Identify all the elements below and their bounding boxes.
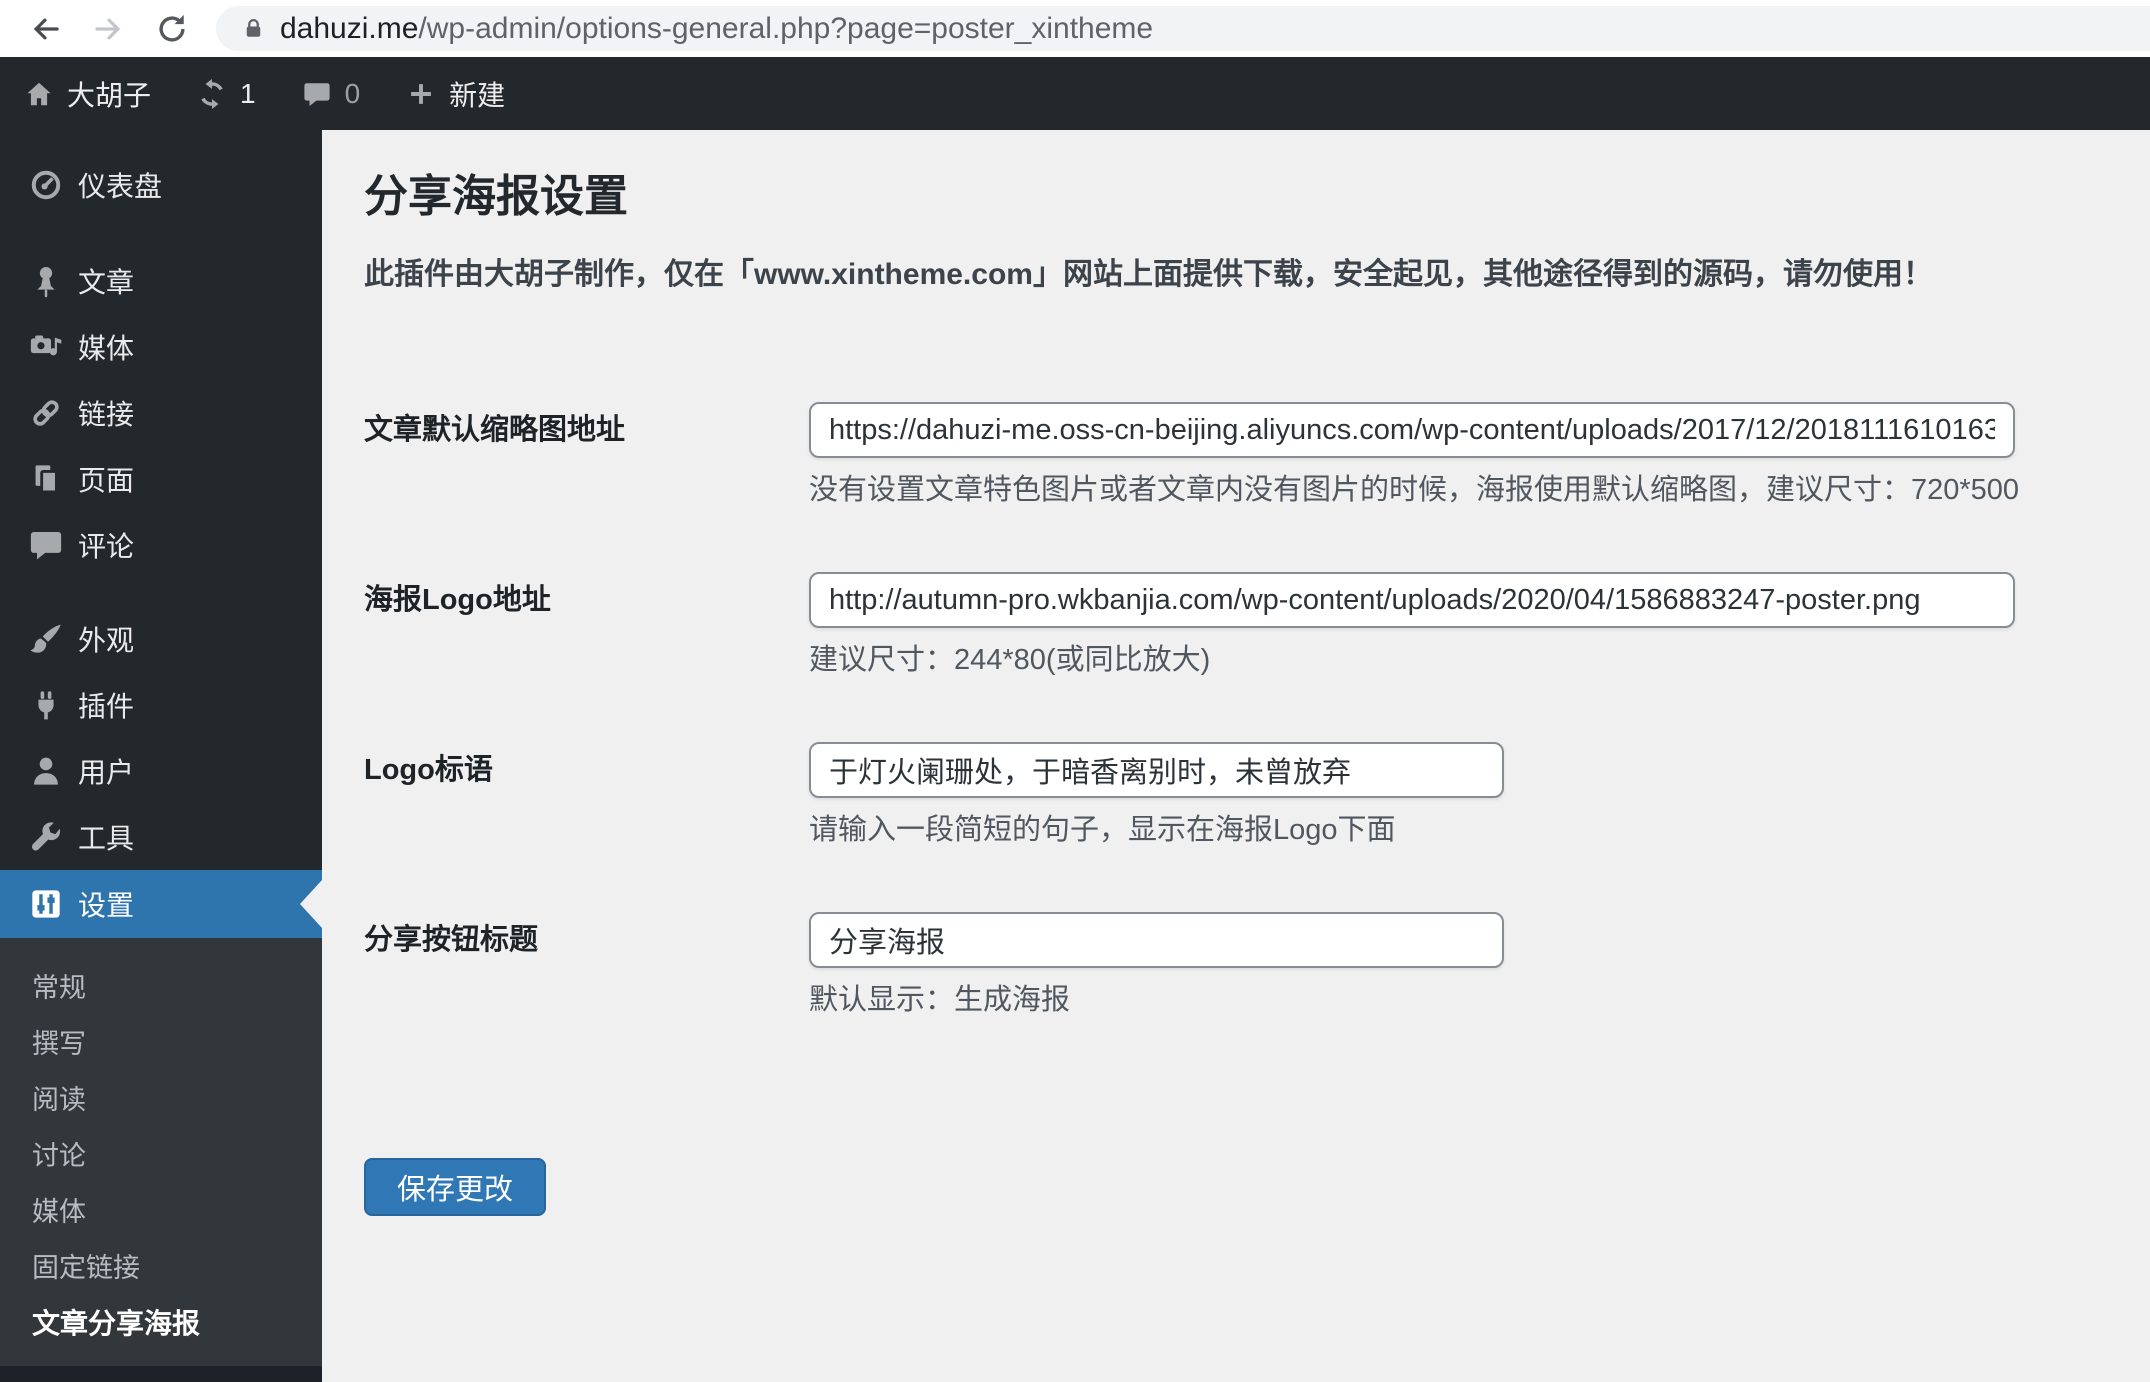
sidebar-item-links[interactable]: 链接 xyxy=(0,380,322,446)
share-button-title-input[interactable] xyxy=(809,912,1504,968)
submenu-item-general[interactable]: 常规 xyxy=(0,960,322,1016)
wrench-icon xyxy=(31,822,61,851)
admin-bar-site[interactable]: 大胡子 xyxy=(24,57,151,130)
settings-icon xyxy=(32,890,60,918)
submenu-item-media[interactable]: 媒体 xyxy=(0,1184,322,1240)
reload-button[interactable] xyxy=(150,7,194,51)
submenu-item-discussion[interactable]: 讨论 xyxy=(0,1128,322,1184)
field-label: 海报Logo地址 xyxy=(364,584,551,616)
sidebar-item-media[interactable]: 媒体 xyxy=(0,314,322,380)
sidebar-item-settings[interactable]: 设置 xyxy=(0,870,322,938)
field-row-logo-slogan: Logo标语 请输入一段简短的句子，显示在海报Logo下面 xyxy=(364,742,2150,848)
submenu-item-reading[interactable]: 阅读 xyxy=(0,1072,322,1128)
admin-bar-comments[interactable]: 0 xyxy=(302,57,361,130)
sidebar-item-users[interactable]: 用户 xyxy=(0,738,322,804)
sidebar-item-comments[interactable]: 评论 xyxy=(0,512,322,578)
admin-bar-new[interactable]: 新建 xyxy=(406,57,505,130)
url-text: dahuzi.me/wp-admin/options-general.php?p… xyxy=(280,12,1153,46)
field-row-logo-url: 海报Logo地址 建议尺寸：244*80(或同比放大) xyxy=(364,572,2150,678)
main-content: 分享海报设置 此插件由大胡子制作，仅在「www.xintheme.com」网站上… xyxy=(322,130,2150,1382)
page-title: 分享海报设置 xyxy=(364,172,628,221)
update-icon xyxy=(201,78,223,109)
media-icon xyxy=(30,335,62,356)
sidebar-bottom-strip xyxy=(0,1366,322,1382)
browser-toolbar: dahuzi.me/wp-admin/options-general.php?p… xyxy=(0,0,2150,57)
field-label: 分享按钮标题 xyxy=(364,924,539,956)
forward-arrow-icon xyxy=(95,18,121,39)
screen: dahuzi.me/wp-admin/options-general.php?p… xyxy=(0,0,2150,1382)
sidebar-item-appearance[interactable]: 外观 xyxy=(0,606,322,672)
menu-separator xyxy=(0,578,322,606)
logo-url-input[interactable] xyxy=(809,572,2015,628)
field-row-thumbnail-url: 文章默认缩略图地址 没有设置文章特色图片或者文章内没有图片的时候，海报使用默认缩… xyxy=(364,402,2150,508)
field-row-share-button-title: 分享按钮标题 默认显示：生成海报 xyxy=(364,912,2150,1018)
settings-form: 文章默认缩略图地址 没有设置文章特色图片或者文章内没有图片的时候，海报使用默认缩… xyxy=(364,402,2150,1216)
field-label: 文章默认缩略图地址 xyxy=(364,414,626,446)
field-help: 请输入一段简短的句子，显示在海报Logo下面 xyxy=(809,814,1396,846)
field-help: 建议尺寸：244*80(或同比放大) xyxy=(809,644,1211,676)
brush-icon xyxy=(30,624,61,653)
url-domain: dahuzi.me xyxy=(280,11,419,45)
sidebar-item-posts[interactable]: 文章 xyxy=(0,248,322,314)
admin-sidebar: 仪表盘 文章 媒体 链接 页面 评论 外观 插件 用户 工具 设置 常规 撰写 … xyxy=(0,130,322,1382)
back-button[interactable] xyxy=(24,7,68,51)
dashboard-icon xyxy=(31,170,61,200)
new-label: 新建 xyxy=(449,79,506,111)
field-help: 没有设置文章特色图片或者文章内没有图片的时候，海报使用默认缩略图，建议尺寸：72… xyxy=(809,474,2020,506)
thumbnail-url-input[interactable] xyxy=(809,402,2015,458)
url-path: /wp-admin/options-general.php?page=poste… xyxy=(418,11,1154,45)
reload-icon xyxy=(159,14,185,42)
submenu-item-share-poster[interactable]: 文章分享海报 xyxy=(0,1296,322,1352)
wp-admin-bar: 大胡子 1 0 新建 xyxy=(0,57,2150,130)
lock-icon xyxy=(246,19,261,37)
pages-icon xyxy=(35,465,58,494)
pushpin-icon xyxy=(37,266,55,298)
plugin-description: 此插件由大胡子制作，仅在「www.xintheme.com」网站上面提供下载，安… xyxy=(364,258,1933,291)
url-bar[interactable]: dahuzi.me/wp-admin/options-general.php?p… xyxy=(216,6,2150,51)
update-count: 1 xyxy=(240,77,256,109)
admin-menu: 仪表盘 文章 媒体 链接 页面 评论 外观 插件 用户 工具 设置 常规 撰写 … xyxy=(0,130,322,1382)
logo-slogan-input[interactable] xyxy=(809,742,1504,798)
comment-count: 0 xyxy=(344,77,361,109)
submenu-item-writing[interactable]: 撰写 xyxy=(0,1016,322,1072)
comments-icon xyxy=(30,532,62,560)
settings-submenu: 常规 撰写 阅读 讨论 媒体 固定链接 文章分享海报 xyxy=(0,938,322,1366)
sidebar-item-tools[interactable]: 工具 xyxy=(0,804,322,870)
sidebar-item-plugins[interactable]: 插件 xyxy=(0,672,322,738)
link-icon xyxy=(33,400,59,426)
admin-bar-updates[interactable]: 1 xyxy=(197,57,256,130)
site-name: 大胡子 xyxy=(67,79,152,111)
field-label: Logo标语 xyxy=(364,754,493,786)
plus-icon xyxy=(411,83,432,104)
comment-icon xyxy=(303,82,330,106)
plug-icon xyxy=(38,691,54,720)
menu-separator xyxy=(0,218,322,248)
submenu-item-permalinks[interactable]: 固定链接 xyxy=(0,1240,322,1296)
sidebar-item-pages[interactable]: 页面 xyxy=(0,446,322,512)
save-button[interactable]: 保存更改 xyxy=(364,1158,547,1216)
field-help: 默认显示：生成海报 xyxy=(809,984,1071,1016)
forward-button[interactable] xyxy=(86,7,130,51)
sidebar-item-dashboard[interactable]: 仪表盘 xyxy=(0,152,322,218)
home-icon xyxy=(27,82,51,105)
user-icon xyxy=(34,757,58,785)
back-arrow-icon xyxy=(33,18,59,39)
